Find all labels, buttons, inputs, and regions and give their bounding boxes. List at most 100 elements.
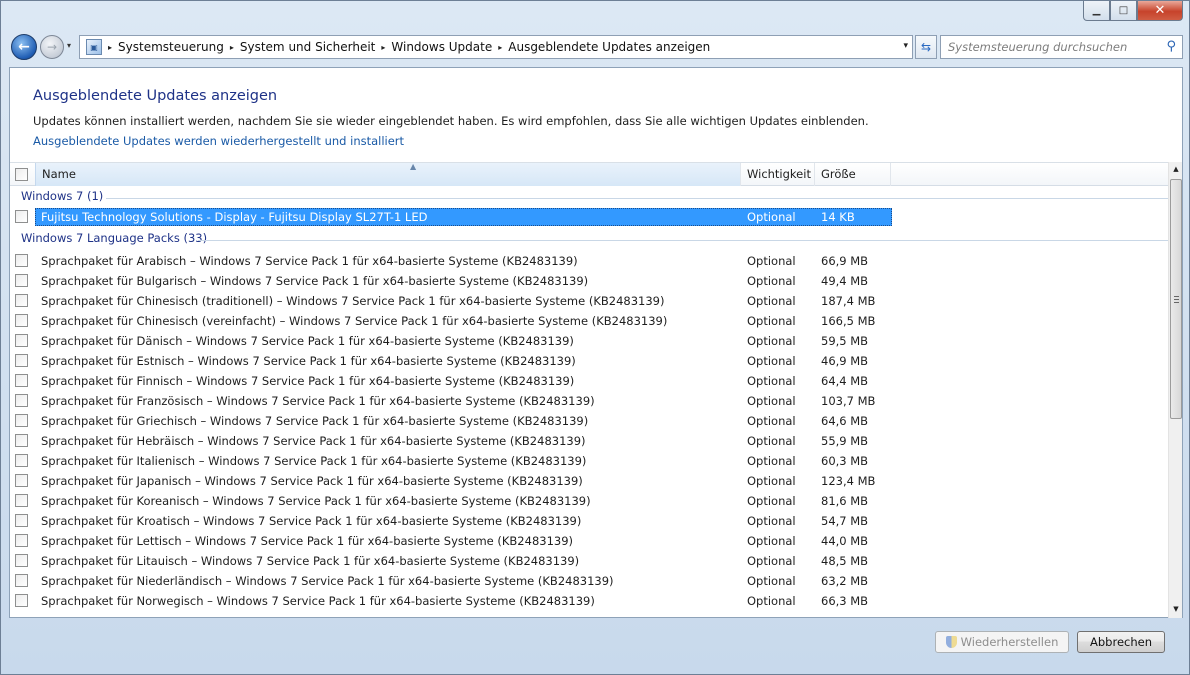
search-box[interactable]: ⚲ [940,35,1183,59]
update-importance: Optional [747,254,796,268]
crumb-separator-icon[interactable]: ▸ [381,43,385,52]
column-header-name[interactable]: ▲ Name [35,162,741,186]
update-checkbox[interactable] [15,514,28,527]
list-item[interactable]: Fujitsu Technology Solutions - Display -… [10,207,1168,227]
update-size: 55,9 MB [821,434,869,448]
update-checkbox[interactable] [15,554,28,567]
update-checkbox[interactable] [15,474,28,487]
refresh-button[interactable]: ⇆ [915,35,937,59]
cancel-button[interactable]: Abbrechen [1077,631,1165,653]
update-checkbox[interactable] [15,294,28,307]
group-header[interactable]: Windows 7 (1) [21,189,103,207]
close-button[interactable]: ✕ [1137,1,1183,21]
update-name: Sprachpaket für Chinesisch (traditionell… [41,294,665,308]
update-checkbox[interactable] [15,210,28,223]
update-name: Sprachpaket für Italienisch – Windows 7 … [41,454,587,468]
update-name: Sprachpaket für Hebräisch – Windows 7 Se… [41,434,586,448]
update-importance: Optional [747,514,796,528]
crumb-separator-icon[interactable]: ▸ [498,43,502,52]
update-name: Sprachpaket für Japanisch – Windows 7 Se… [41,474,583,488]
breadcrumb-windows-update[interactable]: Windows Update [391,40,492,54]
scrollbar-thumb[interactable] [1170,179,1182,419]
update-checkbox[interactable] [15,394,28,407]
list-item[interactable]: Sprachpaket für Dänisch – Windows 7 Serv… [10,331,1168,351]
update-importance: Optional [747,374,796,388]
update-checkbox[interactable] [15,534,28,547]
update-checkbox[interactable] [15,454,28,467]
update-checkbox[interactable] [15,334,28,347]
list-item[interactable]: Sprachpaket für Bulgarisch – Windows 7 S… [10,271,1168,291]
update-checkbox[interactable] [15,574,28,587]
update-size: 64,6 MB [821,414,869,428]
list-header: ▲ Name Wichtigkeit Größe [10,162,1168,186]
list-item[interactable]: Sprachpaket für Japanisch – Windows 7 Se… [10,471,1168,491]
update-checkbox[interactable] [15,414,28,427]
group-header[interactable]: Windows 7 Language Packs (33) [21,231,207,249]
search-input[interactable] [948,40,1158,54]
list-item[interactable]: Sprachpaket für Arabisch – Windows 7 Ser… [10,251,1168,271]
address-dropdown-icon[interactable]: ▾ [903,41,908,51]
list-item[interactable]: Sprachpaket für Finnisch – Windows 7 Ser… [10,371,1168,391]
update-checkbox[interactable] [15,434,28,447]
update-checkbox[interactable] [15,314,28,327]
list-item[interactable]: Sprachpaket für Litauisch – Windows 7 Se… [10,551,1168,571]
list-item[interactable]: Sprachpaket für Griechisch – Windows 7 S… [10,411,1168,431]
breadcrumb-systemsteuerung[interactable]: Systemsteuerung [118,40,224,54]
list-item[interactable]: Sprachpaket für Chinesisch (vereinfacht)… [10,311,1168,331]
scroll-up-arrow-icon[interactable]: ▲ [1169,162,1182,176]
list-item[interactable]: Sprachpaket für Hebräisch – Windows 7 Se… [10,431,1168,451]
update-checkbox[interactable] [15,254,28,267]
group-divider [106,198,1168,199]
update-importance: Optional [747,414,796,428]
update-importance: Optional [747,274,796,288]
column-header-size[interactable]: Größe [815,163,891,186]
list-item[interactable]: Sprachpaket für Chinesisch (traditionell… [10,291,1168,311]
restore-hidden-updates-link[interactable]: Ausgeblendete Updates werden wiederherge… [33,134,404,148]
update-name: Sprachpaket für Bulgarisch – Windows 7 S… [41,274,589,288]
update-name: Sprachpaket für Finnisch – Windows 7 Ser… [41,374,575,388]
crumb-separator-icon[interactable]: ▸ [230,43,234,52]
update-importance: Optional [747,210,796,224]
update-name: Sprachpaket für Norwegisch – Windows 7 S… [41,594,595,608]
group-divider [198,240,1168,241]
update-checkbox[interactable] [15,374,28,387]
update-name: Sprachpaket für Litauisch – Windows 7 Se… [41,554,580,568]
list-item[interactable]: Sprachpaket für Norwegisch – Windows 7 S… [10,591,1168,611]
list-item[interactable]: Sprachpaket für Lettisch – Windows 7 Ser… [10,531,1168,551]
recent-pages-dropdown[interactable]: ▾ [67,41,71,50]
minimize-button[interactable]: ▁ [1083,1,1110,21]
list-item[interactable]: Sprachpaket für Koreanisch – Windows 7 S… [10,491,1168,511]
address-bar[interactable]: ▣ ▸ Systemsteuerung ▸ System und Sicherh… [79,35,913,59]
maximize-button[interactable]: □ [1110,1,1137,21]
list-item[interactable]: Sprachpaket für Kroatisch – Windows 7 Se… [10,511,1168,531]
list-item[interactable]: Sprachpaket für Estnisch – Windows 7 Ser… [10,351,1168,371]
update-checkbox[interactable] [15,354,28,367]
update-checkbox[interactable] [15,274,28,287]
update-size: 187,4 MB [821,294,876,308]
search-icon[interactable]: ⚲ [1166,39,1176,54]
update-importance: Optional [747,434,796,448]
restore-button[interactable]: Wiederherstellen [935,631,1069,653]
crumb-separator-icon[interactable]: ▸ [108,43,112,52]
list-item[interactable]: Sprachpaket für Französisch – Windows 7 … [10,391,1168,411]
column-header-importance[interactable]: Wichtigkeit [741,163,815,186]
list-item[interactable]: Sprachpaket für Niederländisch – Windows… [10,571,1168,591]
vertical-scrollbar[interactable]: ▲ ▼ [1168,162,1182,618]
scroll-down-arrow-icon[interactable]: ▼ [1169,602,1182,616]
control-panel-icon: ▣ [86,39,102,55]
update-checkbox[interactable] [15,494,28,507]
update-name: Sprachpaket für Dänisch – Windows 7 Serv… [41,334,574,348]
list-item[interactable]: Sprachpaket für Italienisch – Windows 7 … [10,451,1168,471]
update-checkbox[interactable] [15,594,28,607]
forward-button[interactable]: → [40,35,64,59]
updates-list: ▲ Name Wichtigkeit Größe Windows 7 (1) Fu… [10,162,1182,618]
window-frame: ▁ □ ✕ ← → ▾ ▣ ▸ Systemsteuerung ▸ System… [0,0,1190,675]
page-description: Updates können installiert werden, nachd… [33,114,869,128]
breadcrumb-system-und-sicherheit[interactable]: System und Sicherheit [240,40,376,54]
update-size: 66,9 MB [821,254,869,268]
update-name: Sprachpaket für Koreanisch – Windows 7 S… [41,494,591,508]
breadcrumb-current-page[interactable]: Ausgeblendete Updates anzeigen [508,40,710,54]
update-name: Sprachpaket für Griechisch – Windows 7 S… [41,414,589,428]
back-button[interactable]: ← [11,34,37,60]
select-all-checkbox[interactable] [15,168,28,181]
